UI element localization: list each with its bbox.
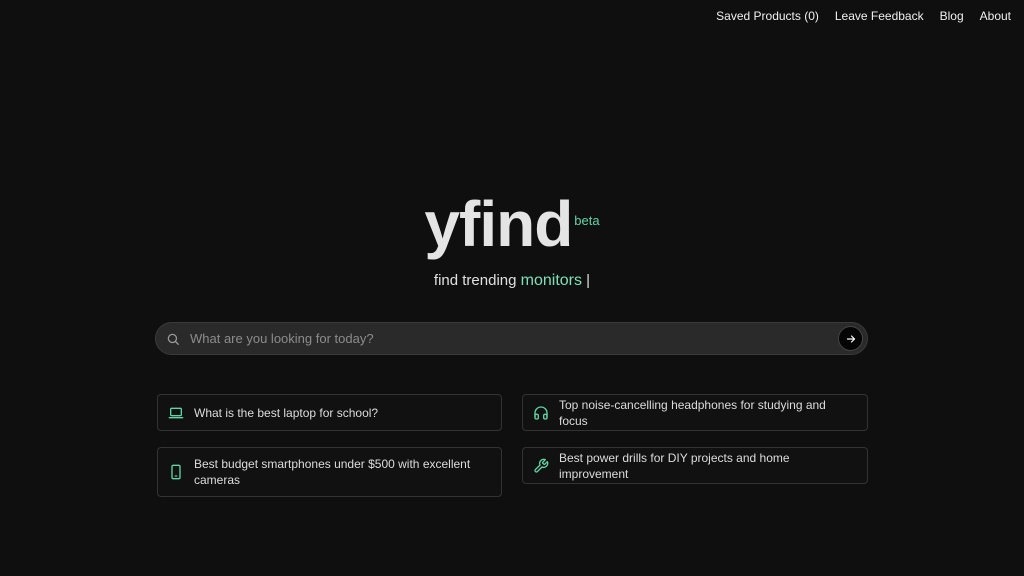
typing-cursor: | xyxy=(586,272,591,289)
suggestion-text: Best budget smartphones under $500 with … xyxy=(194,457,471,487)
headphones-icon xyxy=(533,405,549,421)
logo: yfind beta xyxy=(0,186,1024,262)
beta-badge: beta xyxy=(574,213,600,228)
tagline-highlight: monitors xyxy=(520,272,582,289)
arrow-right-icon xyxy=(846,334,855,343)
suggestion-card[interactable]: Top noise-cancelling headphones for stud… xyxy=(522,394,868,431)
blog-link[interactable]: Blog xyxy=(940,9,964,23)
top-nav: Saved Products (0) Leave Feedback Blog A… xyxy=(716,9,1011,23)
tagline-prefix: find trending xyxy=(433,272,517,289)
saved-products-link[interactable]: Saved Products (0) xyxy=(716,9,819,23)
wrench-icon xyxy=(533,458,549,474)
laptop-icon xyxy=(168,405,184,421)
leave-feedback-link[interactable]: Leave Feedback xyxy=(835,9,924,23)
tagline: find trending monitors | xyxy=(0,272,1024,290)
suggestion-card[interactable]: What is the best laptop for school? xyxy=(157,394,502,431)
suggestion-card[interactable]: Best power drills for DIY projects and h… xyxy=(522,447,868,484)
suggestion-card[interactable]: Best budget smartphones under $500 with … xyxy=(157,447,502,497)
search-submit-button[interactable] xyxy=(838,326,863,351)
suggestion-text: Best power drills for DIY projects and h… xyxy=(559,450,790,481)
about-link[interactable]: About xyxy=(980,9,1011,23)
search-bar xyxy=(155,322,868,355)
search-icon xyxy=(166,332,180,346)
smartphone-icon xyxy=(168,464,184,480)
logo-wordmark: yfind xyxy=(424,188,573,260)
search-input[interactable] xyxy=(188,330,838,347)
suggestion-text: Top noise-cancelling headphones for stud… xyxy=(559,397,826,428)
suggestion-text: What is the best laptop for school? xyxy=(194,405,379,420)
